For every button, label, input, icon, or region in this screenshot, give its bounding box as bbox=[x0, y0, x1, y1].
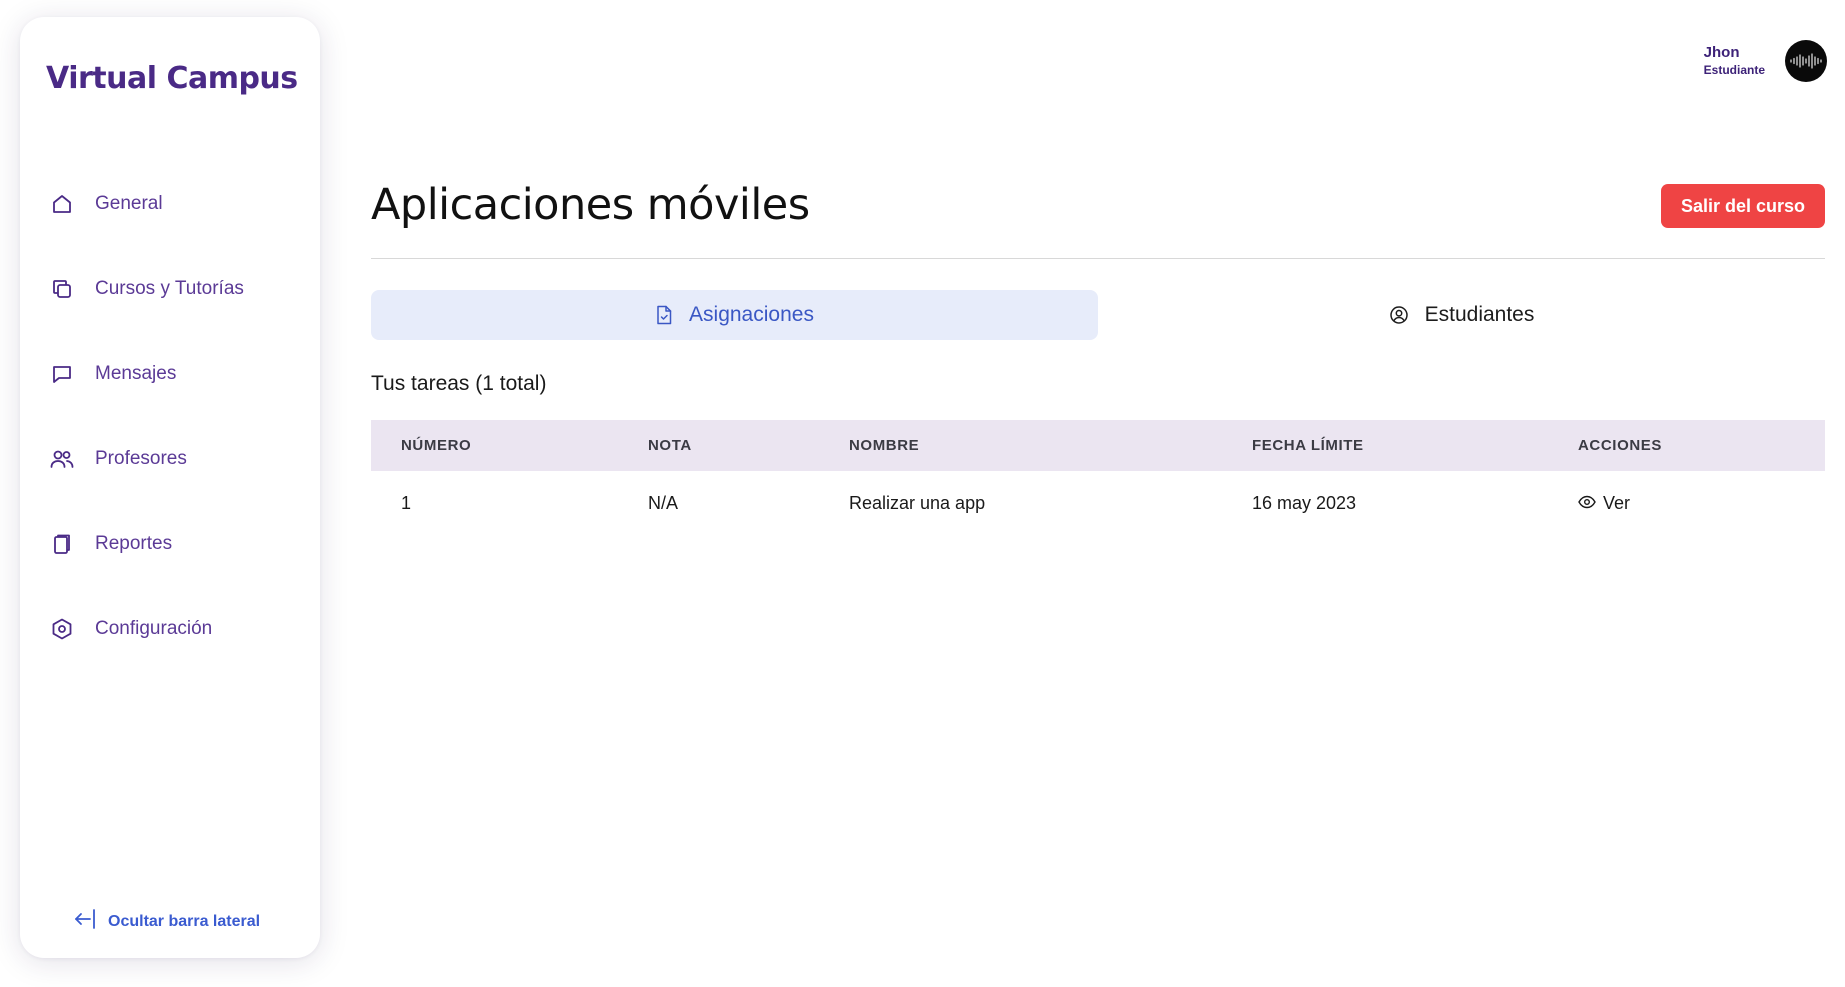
tab-label: Estudiantes bbox=[1424, 303, 1535, 326]
eye-icon bbox=[1578, 493, 1596, 514]
tasks-count: Tus tareas (1 total) bbox=[371, 372, 547, 395]
user-role: Estudiante bbox=[1703, 63, 1765, 77]
view-task-link[interactable]: Ver bbox=[1578, 493, 1630, 514]
page-title: Aplicaciones móviles bbox=[371, 180, 810, 230]
leave-course-button[interactable]: Salir del curso bbox=[1661, 184, 1825, 228]
user-circle-icon bbox=[1389, 305, 1409, 325]
sidebar-item-label: Profesores bbox=[95, 448, 187, 469]
tab-asignaciones[interactable]: Asignaciones bbox=[371, 290, 1098, 340]
sidebar-item-label: Cursos y Tutorías bbox=[95, 278, 244, 299]
copy-icon bbox=[48, 275, 76, 303]
home-icon bbox=[48, 190, 76, 218]
document-icon bbox=[48, 530, 76, 558]
sidebar-item-profesores[interactable]: Profesores bbox=[20, 437, 320, 481]
hide-sidebar-button[interactable]: Ocultar barra lateral bbox=[72, 907, 260, 936]
divider bbox=[371, 258, 1825, 259]
brand-logo: Virtual Campus bbox=[46, 61, 298, 96]
sidebar-item-label: Configuración bbox=[95, 618, 213, 639]
sidebar-item-mensajes[interactable]: Mensajes bbox=[20, 352, 320, 396]
user-info: Jhon Estudiante bbox=[1704, 44, 1765, 78]
settings-icon bbox=[48, 615, 76, 643]
soundwave-icon bbox=[1790, 53, 1822, 69]
column-header-fecha: FECHA LÍMITE bbox=[1252, 437, 1364, 454]
sidebar-item-general[interactable]: General bbox=[20, 182, 320, 226]
sidebar-item-reportes[interactable]: Reportes bbox=[20, 522, 320, 566]
message-icon bbox=[48, 360, 76, 388]
sidebar-item-label: Mensajes bbox=[95, 363, 177, 384]
tasks-table: NÚMERO NOTA NOMBRE FECHA LÍMITE ACCIONES… bbox=[371, 420, 1825, 535]
view-label: Ver bbox=[1603, 492, 1631, 513]
sidebar-nav: General Cursos y Tutorías Mensajes Profe… bbox=[20, 182, 320, 692]
tabs: Asignaciones Estudiantes bbox=[371, 290, 1825, 340]
cell-nota: N/A bbox=[648, 492, 679, 513]
table-row: 1 N/A Realizar una app 16 may 2023 Ver bbox=[371, 471, 1825, 535]
tab-estudiantes[interactable]: Estudiantes bbox=[1098, 290, 1825, 340]
column-header-numero: NÚMERO bbox=[401, 437, 472, 454]
cell-nombre: Realizar una app bbox=[849, 492, 986, 513]
hide-sidebar-label: Ocultar barra lateral bbox=[108, 912, 261, 930]
sidebar: Virtual Campus General Cursos y Tutorías… bbox=[20, 17, 320, 958]
column-header-nota: NOTA bbox=[648, 437, 692, 454]
file-check-icon bbox=[655, 305, 673, 325]
sidebar-item-label: Reportes bbox=[95, 533, 173, 554]
table-header: NÚMERO NOTA NOMBRE FECHA LÍMITE ACCIONES bbox=[371, 420, 1825, 471]
sidebar-item-configuracion[interactable]: Configuración bbox=[20, 607, 320, 651]
column-header-acciones: ACCIONES bbox=[1578, 437, 1662, 454]
column-header-nombre: NOMBRE bbox=[849, 437, 920, 454]
cell-numero: 1 bbox=[401, 492, 412, 513]
user-profile[interactable]: Jhon Estudiante bbox=[1704, 40, 1827, 82]
user-name: Jhon bbox=[1703, 44, 1740, 61]
users-icon bbox=[48, 445, 76, 473]
avatar[interactable] bbox=[1785, 40, 1827, 82]
collapse-arrow-icon bbox=[72, 907, 98, 936]
cell-fecha: 16 may 2023 bbox=[1252, 492, 1357, 513]
sidebar-item-cursos[interactable]: Cursos y Tutorías bbox=[20, 267, 320, 311]
sidebar-item-label: General bbox=[95, 193, 163, 214]
tab-label: Asignaciones bbox=[689, 303, 814, 326]
